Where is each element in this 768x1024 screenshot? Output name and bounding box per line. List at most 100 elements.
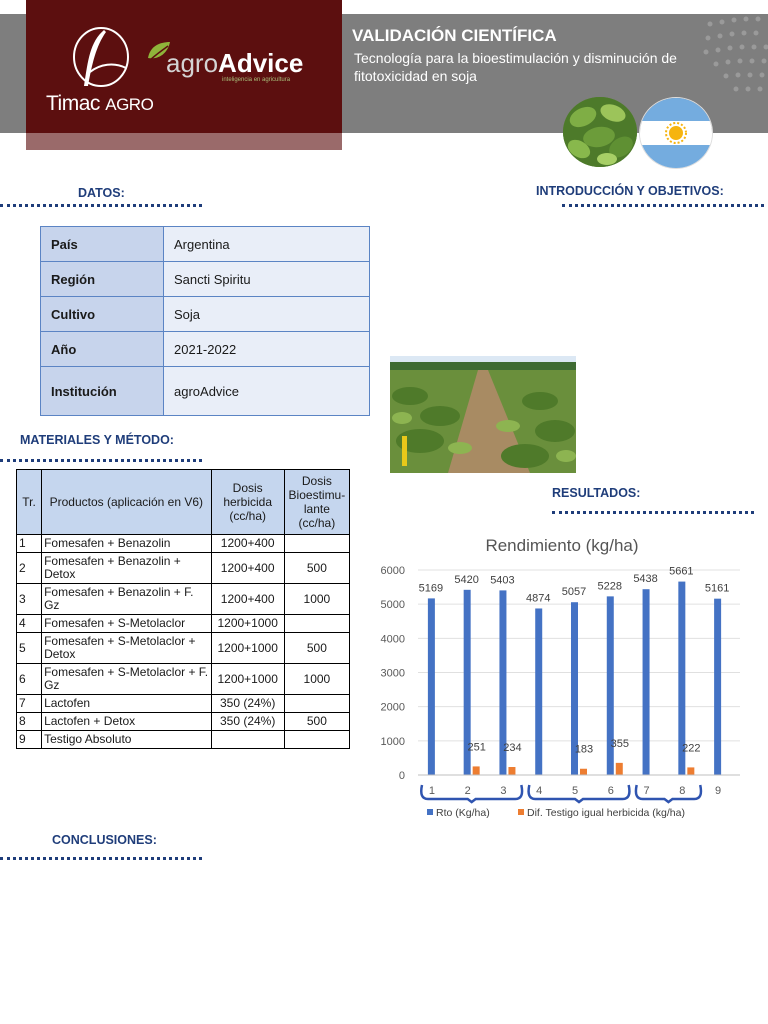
table-row: 8 Lactofen + Detox 350 (24%) 500 [15,712,351,731]
table-cell [283,614,351,633]
table-cell: Fomesafen + S-Metolaclor + F. Gz [41,663,212,695]
soybean-leaves-photo-art [563,97,637,167]
section-divider-conclusiones [0,857,202,860]
table-cell [283,730,351,749]
data-label: 5169 [419,582,443,594]
data-label: 5661 [669,566,693,578]
agroadvice-logo-bold: Advice [218,48,304,78]
table-cell: Fomesafen + S-Metolaclor [41,614,212,633]
table-cell: 1200+400 [210,534,285,553]
data-label: 4874 [526,592,550,604]
datos-row-institucion: Institución agroAdvice [40,366,370,416]
legend-swatch-dif [518,809,524,815]
table-row: 7 Lactofen 350 (24%) [15,694,351,713]
section-divider-introduccion [562,204,764,207]
agroadvice-tagline: inteligencia en agricultura [222,77,291,83]
x-tick-label: 1 [429,785,435,797]
table-cell: 1200+1000 [210,663,285,695]
legend-swatch-rto [427,809,433,815]
legend-label-rto: Rto (Kg/ha) [436,807,490,819]
table-row: 6 Fomesafen + S-Metolaclor + F. Gz 1200+10… [15,663,351,695]
table-cell: Fomesafen + Benazolin + F. Gz [41,583,212,615]
chart-bar [508,767,516,775]
field-trial-photo [390,356,576,473]
chart-bar [642,589,650,775]
timac-agro-logo: Timac AGRO [46,92,154,116]
datos-label: Año [40,331,164,367]
table-cell: 500 [283,712,351,731]
table-cell: 3 [15,583,43,615]
x-tick-label: 9 [715,785,721,797]
y-tick-label: 3000 [381,668,405,680]
table-cell: 5 [15,632,43,664]
table-cell: 350 (24%) [210,712,285,731]
x-tick-label: 2 [465,785,471,797]
datos-row-cultivo: Cultivo Soja [40,296,370,332]
table-cell: 1 [15,534,43,553]
datos-value: agroAdvice [163,366,370,416]
materiales-table: Tr. Productos (aplicación en V6) Dosis h… [15,469,351,749]
data-label: 222 [682,742,700,754]
table-row: 3 Fomesafen + Benazolin + F. Gz 1200+400 10… [15,583,351,615]
table-cell [210,730,285,749]
data-label: 5057 [562,586,586,598]
data-label: 234 [503,742,521,754]
soybean-leaves-photo [563,97,637,167]
y-tick-label: 4000 [381,633,405,645]
section-divider-resultados [552,511,754,514]
timac-logo-word: Timac [46,92,100,115]
chart-bar [580,768,587,775]
datos-label: Cultivo [40,296,164,332]
table-cell [283,694,351,713]
table-cell: 500 [283,552,351,584]
x-tick-label: 7 [643,785,649,797]
table-cell: 1200+1000 [210,632,285,664]
materiales-header-productos: Productos (aplicación en V6) [41,469,212,535]
table-row: 5 Fomesafen + S-Metolaclor + Detox 1200+10… [15,632,351,664]
chart-bar [535,608,543,775]
x-tick-label: 6 [608,785,614,797]
section-divider-datos [0,204,202,207]
agroadvice-logo-prefix: agro [166,48,219,78]
datos-label: País [40,226,164,262]
table-row: 2 Fomesafen + Benazolin + Detox 1200+400 50… [15,552,351,584]
data-label: 5403 [490,574,514,586]
datos-label: Región [40,261,164,297]
table-cell: Fomesafen + Benazolin + Detox [41,552,212,584]
chart-title: Rendimiento (kg/ha) [485,536,638,555]
section-title-resultados: RESULTADOS: [552,486,641,500]
data-label: 183 [575,744,593,756]
table-cell [283,534,351,553]
treatment-group-bracket [527,784,631,804]
table-cell: Lactofen [41,694,212,713]
table-cell: 9 [15,730,43,749]
data-label: 5161 [705,583,729,595]
materiales-header-tr: Tr. [15,469,43,535]
section-title-materiales: MATERIALES Y MÉTODO: [20,433,174,447]
materiales-header-dosis-bioestimulante: Dosis Bioestimu-lante (cc/ha) [283,469,351,535]
page-title: VALIDACIÓN CIENTÍFICA [352,26,557,45]
table-cell: 1200+400 [210,583,285,615]
section-title-introduccion: INTRODUCCIÓN Y OBJETIVOS: [536,184,724,198]
y-tick-label: 0 [399,770,405,782]
argentina-flag-art [640,98,712,168]
y-tick-label: 5000 [381,599,405,611]
datos-table: País Argentina Región Sancti Spiritu Culti… [40,226,370,416]
data-label: 5420 [454,574,478,586]
chart-bar [472,766,480,775]
section-title-conclusiones: CONCLUSIONES: [52,833,157,847]
table-cell: 500 [283,632,351,664]
x-tick-label: 5 [572,785,578,797]
table-row: 4 Fomesafen + S-Metolaclor 1200+1000 [15,614,351,633]
table-row: 9 Testigo Absoluto [15,730,351,749]
treatment-group-bracket [420,784,524,804]
datos-value: Soja [163,296,370,332]
materiales-header-dosis-herbicida: Dosis herbicida (cc/ha) [210,469,285,535]
table-cell: 1000 [283,583,351,615]
timac-logo-suffix: AGRO [105,95,154,114]
field-trial-photo-art [390,356,576,473]
datos-value: Argentina [163,226,370,262]
datos-value: 2021-2022 [163,331,370,367]
table-cell: 1000 [283,663,351,695]
table-cell: 7 [15,694,43,713]
